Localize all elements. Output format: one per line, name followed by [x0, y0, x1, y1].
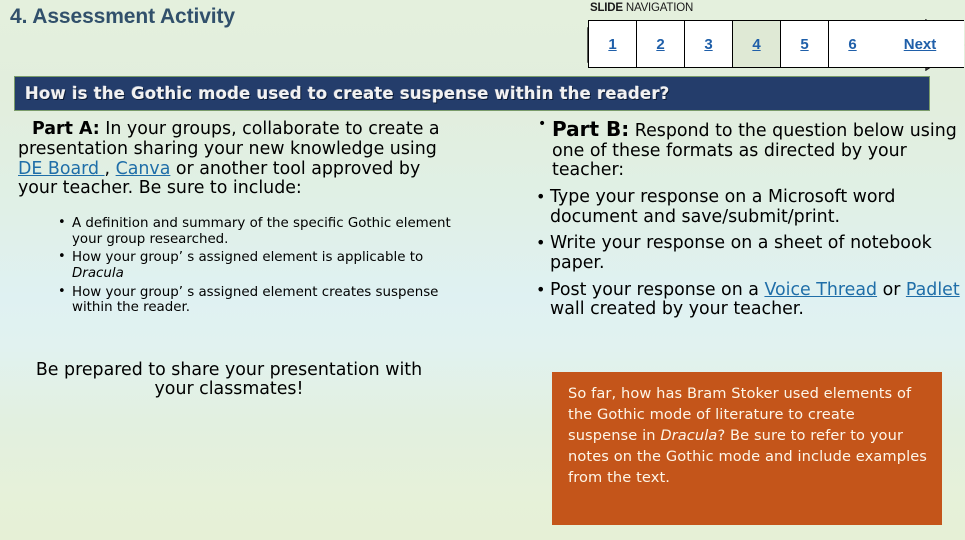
slide-navigation-label: SLIDE NAVIGATION	[590, 2, 693, 14]
next-link[interactable]: Next	[904, 36, 937, 53]
list-item: A definition and summary of the specific…	[58, 215, 458, 247]
part-a-label: Part A:	[32, 119, 100, 139]
part-b-column: Part B: Respond to the question below us…	[520, 117, 960, 327]
list-item: Write your response on a sheet of notebo…	[520, 234, 960, 273]
callout-text: So far, how has Bram Stoker used element…	[568, 383, 928, 488]
nav-link-4[interactable]: 4	[752, 36, 760, 53]
bullet-text-mid: or	[877, 279, 906, 300]
bullet-text: How your group’ s assigned element creat…	[72, 284, 439, 316]
nav-cell-3[interactable]: 3	[684, 20, 732, 68]
part-a-closing-text: Be prepared to share your presentation w…	[35, 359, 423, 400]
canva-link[interactable]: Canva	[116, 159, 171, 179]
question-banner-text: How is the Gothic mode used to create su…	[25, 84, 670, 103]
voice-thread-link[interactable]: Voice Thread	[764, 280, 877, 300]
page-title: 4. Assessment Activity	[10, 5, 236, 28]
list-item: How your group’ s assigned element is ap…	[58, 249, 458, 281]
nav-cell-2[interactable]: 2	[636, 20, 684, 68]
part-a-intro-2: ,	[104, 158, 116, 179]
bullet-italic-title: Dracula	[72, 265, 124, 281]
nav-link-1[interactable]: 1	[608, 36, 616, 53]
part-a-bullet-list: A definition and summary of the specific…	[8, 215, 458, 316]
nav-label-light: NAVIGATION	[622, 2, 694, 14]
nav-cell-1[interactable]: 1	[588, 20, 636, 68]
nav-label-bold: SLIDE	[590, 2, 623, 14]
nav-link-2[interactable]: 2	[656, 36, 664, 53]
nav-cell-5[interactable]: 5	[780, 20, 828, 68]
question-banner: How is the Gothic mode used to create su…	[14, 76, 930, 111]
bullet-text: Type your response on a Microsoft word d…	[550, 186, 896, 227]
list-item: How your group’ s assigned element creat…	[58, 283, 458, 316]
nav-cell-next[interactable]: Next	[876, 20, 964, 68]
list-item: Type your response on a Microsoft word d…	[520, 186, 960, 227]
nav-link-3[interactable]: 3	[704, 36, 712, 53]
prompt-callout-box: So far, how has Bram Stoker used element…	[552, 372, 942, 525]
de-board-link[interactable]: DE Board	[18, 159, 105, 179]
slide-number-cells: 1 2 3 4 5 6 Next	[588, 20, 964, 68]
list-item: Post your response on a Voice Thread or …	[520, 279, 960, 320]
callout-italic-title: Dracula	[660, 427, 718, 444]
part-b-bullet-list: Part B: Respond to the question below us…	[520, 117, 960, 320]
nav-link-5[interactable]: 5	[800, 36, 808, 53]
nav-link-6[interactable]: 6	[848, 36, 856, 53]
bullet-text-pre: Post your response on a	[550, 279, 765, 300]
part-b-label: Part B:	[552, 117, 630, 141]
bullet-text: How your group’ s assigned element is ap…	[72, 250, 424, 266]
list-item-part-b-intro: Part B: Respond to the question below us…	[520, 117, 960, 181]
bullet-text-post: wall created by your teacher.	[550, 299, 804, 320]
padlet-link[interactable]: Padlet	[906, 280, 960, 300]
part-a-column: Part A: In your groups, collaborate to c…	[8, 119, 458, 400]
part-a-paragraph: Part A: In your groups, collaborate to c…	[8, 119, 458, 199]
nav-cell-4-active[interactable]: 4	[732, 20, 780, 68]
bullet-text: Write your response on a sheet of notebo…	[550, 233, 932, 273]
bullet-text: A definition and summary of the specific…	[72, 216, 451, 247]
slide-navigation: SLIDE NAVIGATION 1 2 3 4 5 6 Next	[586, 2, 965, 74]
nav-cell-6[interactable]: 6	[828, 20, 876, 68]
